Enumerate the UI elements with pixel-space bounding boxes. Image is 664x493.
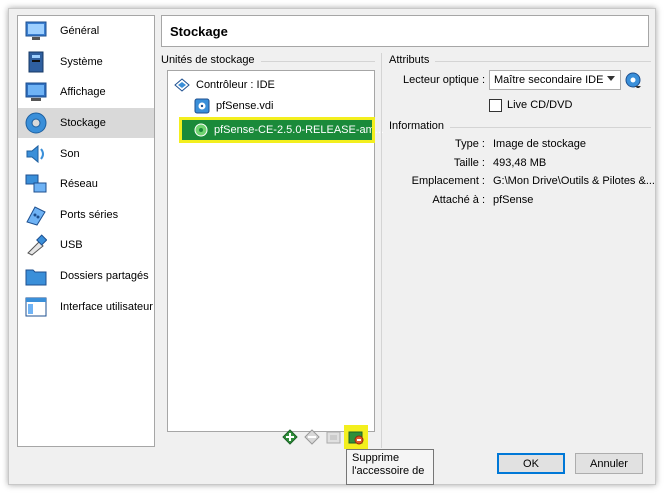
display-icon bbox=[24, 80, 48, 104]
usb-icon bbox=[24, 233, 48, 257]
sidebar-item-usb[interactable]: USB bbox=[18, 230, 154, 261]
hard-disk-icon bbox=[194, 98, 210, 114]
remove-attachment-icon[interactable] bbox=[344, 425, 368, 449]
tree-item-optical-disc[interactable]: pfSense-CE-2.5.0-RELEASE-am... bbox=[179, 117, 384, 143]
settings-sidebar: Général Système Affichage Stockage Son R… bbox=[17, 15, 155, 447]
storage-group-title: Unités de stockage bbox=[161, 54, 261, 66]
remove-attachment-tooltip: Supprime l'accessoire de bbox=[346, 449, 434, 485]
user-interface-icon bbox=[24, 295, 48, 319]
info-row-type: Type : Image de stockage bbox=[455, 138, 586, 150]
ok-button[interactable]: OK bbox=[497, 453, 565, 474]
sidebar-item-shared-folders[interactable]: Dossiers partagés bbox=[18, 261, 154, 292]
info-row-attached-to: Attaché à : pfSense bbox=[432, 194, 534, 206]
choose-disk-icon[interactable] bbox=[625, 72, 641, 91]
audio-icon bbox=[24, 142, 48, 166]
info-row-location: Emplacement : G:\Mon Drive\Outils & Pilo… bbox=[411, 175, 655, 187]
add-controller-icon[interactable] bbox=[281, 428, 299, 446]
page-title: Stockage bbox=[161, 15, 649, 47]
chevron-down-icon bbox=[607, 76, 615, 81]
sidebar-item-storage[interactable]: Stockage bbox=[18, 107, 154, 139]
sidebar-item-serial-ports[interactable]: Ports séries bbox=[18, 200, 154, 231]
storage-icon bbox=[24, 111, 48, 135]
serial-ports-icon bbox=[24, 203, 48, 227]
ide-controller-icon bbox=[174, 77, 190, 93]
live-cd-checkbox[interactable] bbox=[489, 99, 502, 112]
shared-folders-icon bbox=[24, 264, 48, 288]
sidebar-item-general[interactable]: Général bbox=[18, 16, 154, 47]
cancel-button[interactable]: Annuler bbox=[575, 453, 643, 474]
sidebar-item-audio[interactable]: Son bbox=[18, 138, 154, 169]
remove-controller-icon[interactable] bbox=[303, 428, 321, 446]
add-attachment-icon[interactable] bbox=[325, 428, 343, 446]
settings-window: Général Système Affichage Stockage Son R… bbox=[8, 8, 656, 485]
optical-drive-select[interactable]: Maître secondaire IDE bbox=[489, 70, 621, 90]
info-row-size: Taille : 493,48 MB bbox=[453, 157, 547, 169]
panel-separator bbox=[381, 53, 382, 448]
live-cd-label: Live CD/DVD bbox=[507, 99, 573, 111]
optical-disc-icon bbox=[194, 122, 208, 138]
tree-item-controller[interactable]: Contrôleur : IDE bbox=[174, 75, 275, 95]
sidebar-item-system[interactable]: Système bbox=[18, 47, 154, 78]
optical-drive-label: Lecteur optique : bbox=[403, 74, 485, 86]
attributes-group-title: Attributs bbox=[389, 54, 436, 66]
sidebar-item-network[interactable]: Réseau bbox=[18, 169, 154, 200]
tree-item-disk[interactable]: pfSense.vdi bbox=[194, 96, 273, 116]
sidebar-item-display[interactable]: Affichage bbox=[18, 77, 154, 108]
system-icon bbox=[24, 50, 48, 74]
general-icon bbox=[24, 19, 48, 43]
storage-tree[interactable]: Contrôleur : IDE pfSense.vdi pfSense-CE-… bbox=[167, 70, 384, 432]
sidebar-item-user-interface[interactable]: Interface utilisateur bbox=[18, 291, 154, 322]
information-group-title: Information bbox=[389, 120, 451, 132]
network-icon bbox=[24, 172, 48, 196]
storage-toolbar bbox=[281, 425, 369, 449]
